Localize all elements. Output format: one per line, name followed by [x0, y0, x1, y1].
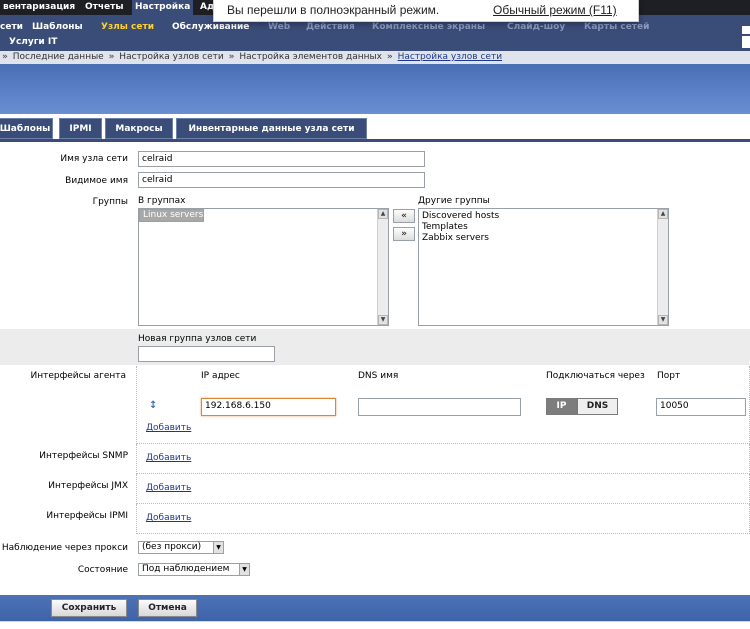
breadcrumb-separator: » [108, 52, 115, 62]
status-select[interactable]: Под наблюдением ▼ [138, 563, 250, 576]
submenu-templates[interactable]: Шаблоны [32, 20, 83, 34]
in-groups-scrollbar[interactable]: ▲ ▼ [377, 209, 388, 325]
submenu-slides[interactable]: Слайд-шоу [507, 20, 565, 34]
menu-reports[interactable]: Отчеты [82, 0, 127, 15]
menu-configuration[interactable]: Настройка [132, 0, 194, 15]
col-ip-header: IP адрес [201, 371, 240, 381]
group-option[interactable]: Templates [419, 222, 668, 233]
chevron-down-icon: ▼ [239, 564, 249, 575]
status-label: Состояние [77, 565, 128, 575]
scroll-down-icon[interactable]: ▼ [378, 315, 388, 325]
cancel-button[interactable]: Отмена [138, 599, 197, 617]
breadcrumb-separator: » [386, 52, 393, 62]
page-header-band [0, 64, 750, 114]
chevron-down-icon: ▼ [213, 542, 223, 553]
new-group-row-bg [0, 329, 750, 365]
scroll-down-icon[interactable]: ▼ [658, 315, 668, 325]
col-port-header: Порт [657, 371, 681, 381]
connect-dns-toggle[interactable]: DNS [577, 398, 618, 415]
new-group-input[interactable] [138, 346, 275, 362]
breadcrumb: » Последние данные » Настройка узлов сет… [0, 51, 750, 64]
ip-address-input[interactable]: 192.168.6.150 [201, 398, 336, 416]
breadcrumb-separator: » [2, 52, 8, 62]
snmp-panel [136, 444, 750, 474]
breadcrumb-current[interactable]: Настройка узлов сети [398, 52, 502, 62]
add-snmp-interface-link[interactable]: Добавить [146, 453, 191, 463]
tab-macros[interactable]: Макросы [105, 118, 173, 139]
breadcrumb-item[interactable]: Настройка элементов данных [239, 52, 382, 62]
proxy-select-value: (без прокси) [142, 542, 202, 552]
other-groups-label: Другие группы [418, 196, 490, 206]
other-groups-list[interactable]: Discovered hosts Templates Zabbix server… [418, 208, 669, 326]
breadcrumb-separator: » [228, 52, 235, 62]
exit-fullscreen-link[interactable]: Обычный режим (F11) [493, 3, 617, 17]
tab-templates[interactable]: Шаблоны [0, 118, 53, 139]
breadcrumb-item[interactable]: Настройка узлов сети [119, 52, 223, 62]
snmp-interfaces-label: Интерфейсы SNMP [39, 451, 128, 461]
agent-interfaces-label: Интерфейсы агента [30, 371, 126, 381]
submenu-screens[interactable]: Комплексные экраны [372, 20, 485, 34]
submenu-hostgroups[interactable]: сети [0, 20, 23, 34]
group-option[interactable]: Zabbix servers [419, 233, 668, 244]
move-right-button[interactable]: » [393, 227, 415, 241]
add-ipmi-interface-link[interactable]: Добавить [146, 513, 191, 523]
submenu-maintenance[interactable]: Обслуживание [172, 20, 249, 34]
submenu-actions[interactable]: Действия [306, 20, 355, 34]
dns-name-input[interactable] [358, 398, 521, 416]
ipmi-interfaces-label: Интерфейсы IPMI [46, 511, 128, 521]
col-connect-header: Подключаться через [546, 371, 645, 381]
host-name-input[interactable]: celraid [138, 151, 425, 167]
visible-name-label: Видимое имя [65, 176, 128, 186]
scroll-up-icon[interactable]: ▲ [658, 209, 668, 219]
submenu-it-services[interactable]: Услуги IT [9, 35, 57, 49]
tab-ipmi[interactable]: IPMI [59, 118, 102, 139]
jmx-interfaces-label: Интерфейсы JMX [48, 481, 128, 491]
ipmi-panel [136, 504, 750, 534]
jmx-panel [136, 474, 750, 504]
proxy-label: Наблюдение через прокси [1, 543, 128, 553]
in-groups-label: В группах [138, 196, 186, 206]
add-agent-interface-link[interactable]: Добавить [146, 423, 191, 433]
col-dns-header: DNS имя [358, 371, 399, 381]
port-input[interactable]: 10050 [656, 398, 746, 416]
scroll-up-icon[interactable]: ▲ [378, 209, 388, 219]
submenu-maps[interactable]: Карты сетей [584, 20, 649, 34]
drag-handle-icon[interactable]: ↕ [149, 400, 157, 411]
save-button[interactable]: Сохранить [51, 599, 127, 617]
status-select-value: Под наблюдением [142, 564, 230, 574]
proxy-select[interactable]: (без прокси) ▼ [138, 541, 224, 554]
move-left-button[interactable]: « [393, 209, 415, 223]
group-option[interactable]: Discovered hosts [419, 209, 668, 222]
menu-inventory[interactable]: вентаризация [0, 0, 78, 15]
connect-ip-toggle[interactable]: IP [546, 398, 577, 415]
add-jmx-interface-link[interactable]: Добавить [146, 483, 191, 493]
host-name-label: Имя узла сети [60, 154, 128, 164]
menu-overflow-icon [742, 26, 750, 48]
fullscreen-notice-text: Вы перешли в полноэкранный режим. [227, 3, 440, 17]
new-group-label: Новая группа узлов сети [138, 334, 257, 344]
tab-inventory[interactable]: Инвентарные данные узла сети [176, 118, 367, 139]
in-groups-list[interactable]: Linux servers ▲ ▼ [138, 208, 389, 326]
visible-name-input[interactable]: celraid [138, 172, 425, 188]
groups-label: Группы [92, 197, 128, 207]
fullscreen-notice: Вы перешли в полноэкранный режим. Обычны… [213, 0, 639, 22]
breadcrumb-item[interactable]: Последние данные [13, 52, 104, 62]
group-option[interactable]: Linux servers [139, 209, 205, 222]
page-bottom [0, 621, 750, 629]
submenu-hosts[interactable]: Узлы сети [101, 20, 154, 34]
submenu-web[interactable]: Web [268, 20, 290, 34]
other-groups-scrollbar[interactable]: ▲ ▼ [657, 209, 668, 325]
